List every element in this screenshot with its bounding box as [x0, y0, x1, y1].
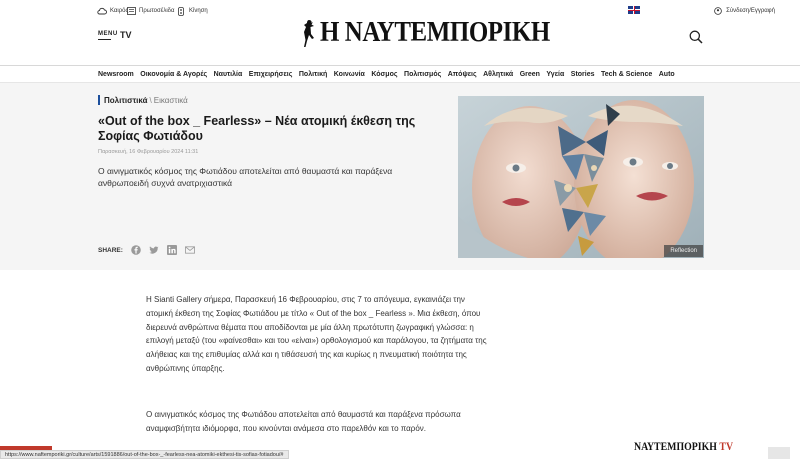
tv-link[interactable]: TV [120, 30, 132, 40]
naftemporiki-tv-banner[interactable]: ΝΑΥΤΕΜΠΟΡΙΚΗ TV [634, 439, 733, 454]
category-marker [98, 95, 100, 105]
weather-link[interactable]: Καιρός [97, 6, 128, 16]
article-lead: Ο αινιγματικός κόσμος της Φωτιάδου αποτε… [98, 166, 393, 188]
article-date: Παρασκευή, 16 Φεβρουαρίου 2024 11:31 [98, 149, 199, 155]
site-logo[interactable]: Η ΝΑΥΤΕΜΠΟΡΙΚΗ [302, 16, 587, 49]
nav-item-shipping[interactable]: Ναυτιλία [214, 71, 243, 78]
nav-item-society[interactable]: Κοινωνία [334, 71, 365, 78]
breadcrumb-separator: \ [149, 95, 152, 105]
facebook-icon[interactable] [131, 245, 141, 255]
nav-item-sports[interactable]: Αθλητικά [483, 71, 513, 78]
login-link[interactable]: Σύνδεση/Εγγραφή [713, 6, 775, 16]
hermes-logo-icon [304, 19, 314, 47]
traffic-icon [176, 6, 186, 16]
menu-label: MENU [98, 31, 118, 37]
nav-item-opinions[interactable]: Απόψεις [448, 71, 477, 78]
top-header: Καιρός Πρωτοσέλιδα Κίνηση Σύνδεση/Εγγραφ… [0, 0, 800, 66]
article-paragraph: Ο αινιγματικός κόσμος της Φωτιάδου αποτε… [146, 410, 461, 433]
nav-item-newsroom[interactable]: Newsroom [98, 71, 134, 78]
ad-close-area[interactable] [768, 447, 790, 459]
login-label: Σύνδεση/Εγγραφή [726, 8, 775, 14]
traffic-label: Κίνηση [189, 8, 208, 14]
nav-item-health[interactable]: Υγεία [546, 71, 564, 78]
english-flag-icon[interactable] [628, 6, 640, 14]
painting-artwork [458, 96, 704, 258]
tv-banner-suffix: TV [719, 439, 734, 453]
share-label: SHARE: [98, 246, 123, 254]
nav-item-business[interactable]: Επιχειρήσεις [249, 71, 293, 78]
nav-item-stories[interactable]: Stories [571, 71, 595, 78]
breadcrumb-subcategory[interactable]: Εικαστικά [154, 96, 188, 105]
main-navigation: Newsroom Οικονομία & Αγορές Ναυτιλία Επι… [0, 66, 800, 83]
cloud-icon [97, 6, 107, 16]
user-icon [713, 6, 723, 16]
breadcrumb-category[interactable]: Πολιτιστικά [104, 96, 148, 105]
menu-button[interactable]: MENU [98, 31, 118, 40]
image-caption: Reflection [664, 245, 703, 257]
twitter-icon[interactable] [149, 245, 159, 255]
breadcrumb: Πολιτιστικά \ Εικαστικά [98, 95, 188, 105]
nav-item-culture[interactable]: Πολιτισμός [404, 71, 441, 78]
nav-item-green[interactable]: Green [520, 71, 540, 78]
article-hero-image[interactable]: Reflection [458, 96, 704, 258]
nav-item-economy[interactable]: Οικονομία & Αγορές [140, 71, 207, 78]
frontpages-label: Πρωτοσέλιδα [139, 8, 175, 14]
newspaper-icon [126, 6, 136, 16]
article-paragraph: Η Sianti Gallery σήμερα, Παρασκευή 16 Φε… [146, 295, 487, 373]
linkedin-icon[interactable] [166, 245, 177, 255]
nav-item-world[interactable]: Κόσμος [371, 71, 397, 78]
browser-status-url: https://www.naftemporiki.gr/culture/arts… [0, 450, 289, 459]
article-title: «Out of the box _ Fearless» – Νέα ατομικ… [98, 114, 416, 143]
traffic-link[interactable]: Κίνηση [176, 6, 208, 16]
email-icon[interactable] [184, 245, 195, 255]
logo-text: Η ΝΑΥΤΕΜΠΟΡΙΚΗ [320, 16, 550, 48]
share-bar: SHARE: [98, 245, 195, 255]
tv-banner-brand: ΝΑΥΤΕΜΠΟΡΙΚΗ [634, 439, 717, 453]
search-icon[interactable] [689, 30, 703, 44]
nav-item-tech-science[interactable]: Tech & Science [601, 71, 652, 78]
nav-item-auto[interactable]: Auto [659, 71, 675, 78]
nav-item-politics[interactable]: Πολιτική [299, 71, 327, 78]
frontpages-link[interactable]: Πρωτοσέλιδα [126, 6, 175, 16]
hamburger-icon [98, 39, 111, 40]
